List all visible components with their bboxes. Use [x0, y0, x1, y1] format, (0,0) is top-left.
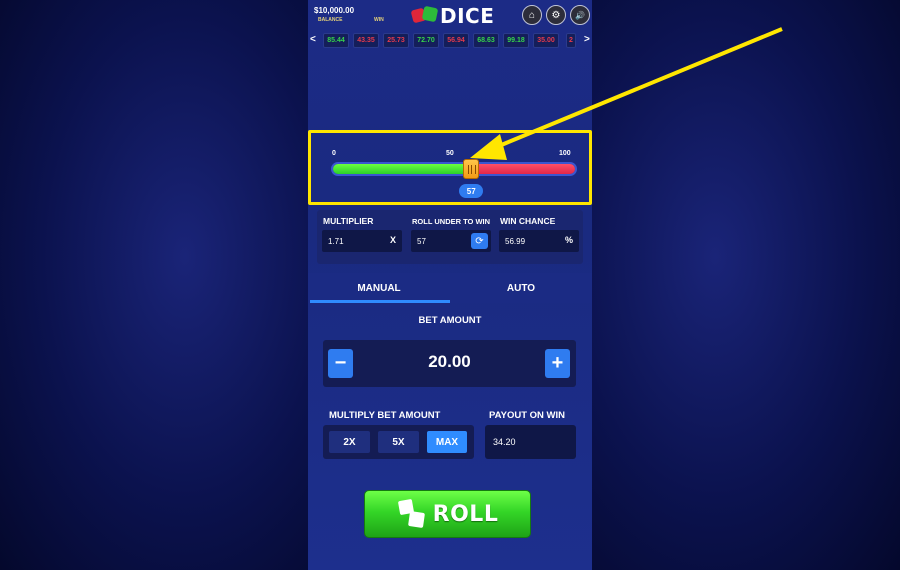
roll-label: ROLL — [432, 501, 499, 527]
history-item: 72.70 — [413, 33, 439, 48]
settings-button[interactable]: ⚙ — [546, 5, 566, 25]
slider-win-range — [333, 164, 472, 174]
win-chance-value: 56.99 — [505, 236, 526, 246]
roll-under-value: 57 — [417, 236, 426, 246]
win-chance-label: WIN CHANCE — [500, 216, 556, 226]
gear-icon: ⚙ — [551, 9, 561, 21]
multiplier-input[interactable]: 1.71 X — [322, 230, 402, 252]
dice-game-panel: $10,000.00 BALANCE WIN DICE ⌂ ⚙ 🔊 < 85.4… — [308, 0, 592, 570]
tab-auto[interactable]: AUTO — [450, 273, 592, 303]
refresh-icon: ⟳ — [475, 235, 484, 247]
multiply-2x-button[interactable]: 2X — [329, 431, 370, 453]
balance-label: BALANCE — [318, 17, 343, 23]
multiplier-value: 1.71 — [328, 236, 344, 246]
payout-on-win-value: 34.20 — [485, 425, 576, 459]
multiplier-label: MULTIPLIER — [323, 216, 374, 226]
slider-handle[interactable] — [463, 159, 480, 179]
active-tab-indicator — [310, 300, 450, 303]
header: $10,000.00 BALANCE WIN DICE ⌂ ⚙ 🔊 — [308, 0, 592, 30]
dice-logo-icon — [410, 5, 440, 27]
balance-value: $10,000.00 — [314, 6, 355, 15]
slider-value-badge: 57 — [459, 184, 484, 198]
slider-track[interactable] — [331, 162, 577, 176]
home-icon: ⌂ — [528, 9, 536, 21]
multiply-max-button[interactable]: MAX — [427, 431, 467, 453]
history-item: 68.63 — [473, 33, 499, 48]
history-item: 43.35 — [353, 33, 379, 48]
roll-under-label: ROLL UNDER TO WIN — [412, 217, 491, 226]
background-left — [0, 0, 308, 570]
speaker-icon: 🔊 — [575, 10, 585, 20]
win-chance-input[interactable]: 56.99 % — [499, 230, 579, 252]
tab-manual[interactable]: MANUAL — [308, 273, 450, 303]
win-label: WIN — [374, 17, 384, 23]
history-item: 99.18 — [503, 33, 529, 48]
multiplier-suffix: X — [389, 235, 396, 245]
plus-icon: + — [551, 352, 564, 374]
payout-title: PAYOUT ON WIN — [489, 410, 566, 421]
history-item: 2 — [566, 33, 576, 48]
history-item: 56.94 — [443, 33, 469, 48]
multiply-5x-button[interactable]: 5X — [378, 431, 419, 453]
roll-button[interactable]: ROLL — [364, 490, 531, 538]
history-item: 25.73 — [383, 33, 409, 48]
bet-amount-title: BET AMOUNT — [418, 315, 482, 326]
mode-tabs: MANUAL AUTO — [308, 273, 592, 303]
bet-amount-panel: − 20.00 + — [323, 340, 576, 387]
history-item: 35.00 — [533, 33, 559, 48]
multiply-bet-title: MULTIPLY BET AMOUNT — [329, 410, 441, 421]
history-next-button[interactable]: > — [584, 34, 590, 45]
logo-text: DICE — [440, 4, 495, 28]
slider-mid-label: 50 — [446, 150, 454, 157]
logo: DICE — [410, 4, 494, 28]
slider-lose-range — [475, 164, 575, 174]
background-right — [592, 0, 900, 570]
minus-icon: − — [334, 352, 347, 374]
win-chance-suffix: % — [564, 235, 573, 245]
bet-amount-input[interactable]: 20.00 — [363, 352, 536, 372]
dice-icon — [397, 498, 427, 530]
history-prev-button[interactable]: < — [310, 34, 316, 45]
swap-roll-button[interactable]: ⟳ — [471, 233, 488, 249]
sound-button[interactable]: 🔊 — [570, 5, 590, 25]
roll-history: < 85.44 43.35 25.73 72.70 56.94 68.63 99.18 35.… — [308, 32, 592, 50]
decrease-bet-button[interactable]: − — [328, 349, 353, 378]
roll-slider-highlight: 0 50 100 57 — [308, 130, 592, 205]
multiply-bet-panel: 2X 5X MAX — [323, 425, 474, 459]
slider-min-label: 0 — [332, 150, 336, 157]
history-item: 85.44 — [323, 33, 349, 48]
increase-bet-button[interactable]: + — [545, 349, 570, 378]
stats-panel: MULTIPLIER 1.71 X ROLL UNDER TO WIN 57 ⟳… — [317, 210, 583, 264]
home-button[interactable]: ⌂ — [522, 5, 542, 25]
roll-under-input[interactable]: 57 ⟳ — [411, 230, 491, 252]
slider-max-label: 100 — [559, 150, 571, 157]
